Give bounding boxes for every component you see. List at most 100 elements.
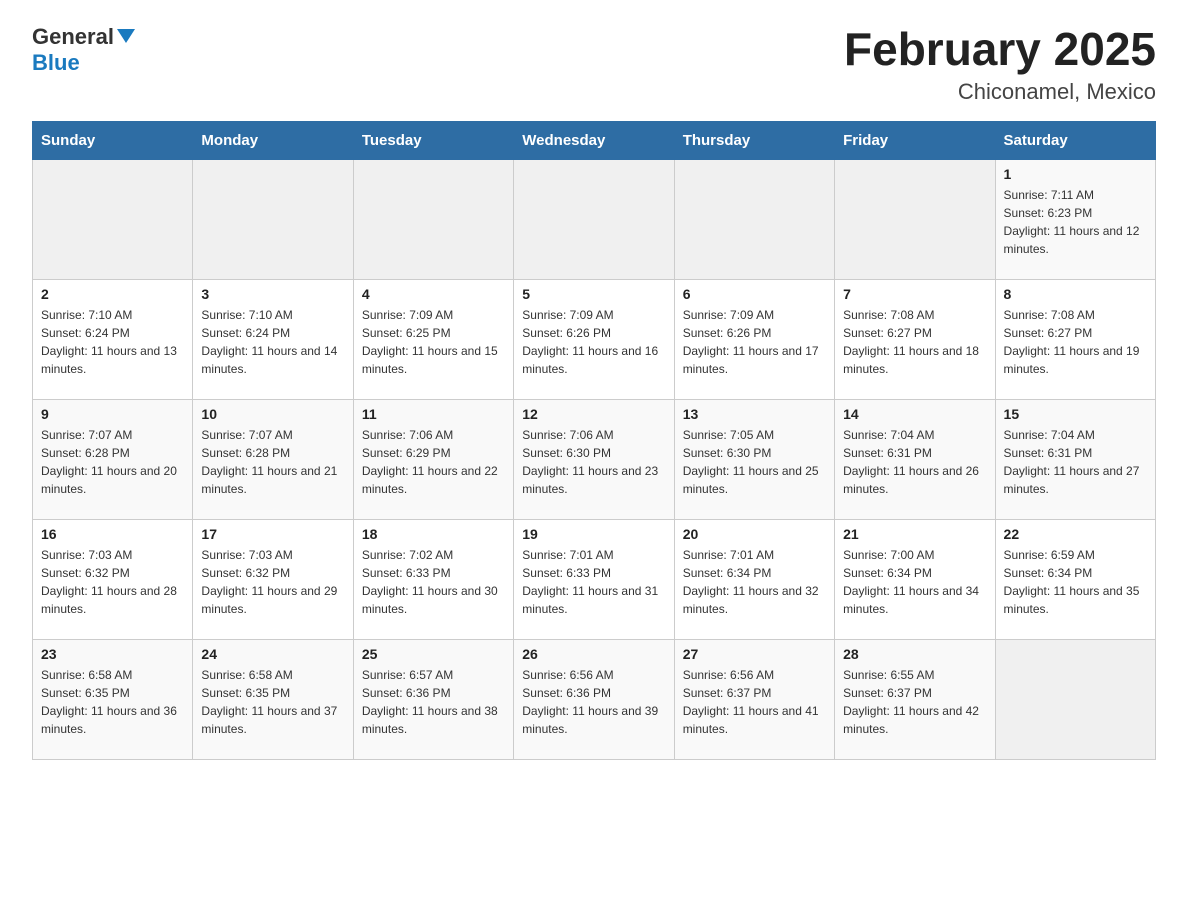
sunrise-text: Sunrise: 7:05 AM: [683, 426, 826, 444]
calendar-week-row: 23 Sunrise: 6:58 AMSunset: 6:35 PMDayligh…: [33, 639, 1156, 759]
daylight-text: Daylight: 11 hours and 32 minutes.: [683, 582, 826, 618]
sunrise-text: Sunrise: 7:03 AM: [201, 546, 344, 564]
daylight-text: Daylight: 11 hours and 37 minutes.: [201, 702, 344, 738]
sunrise-text: Sunrise: 7:10 AM: [41, 306, 184, 324]
daylight-text: Daylight: 11 hours and 28 minutes.: [41, 582, 184, 618]
day-number: 18: [362, 526, 505, 542]
daylight-text: Daylight: 11 hours and 16 minutes.: [522, 342, 665, 378]
day-info: Sunrise: 7:04 AMSunset: 6:31 PMDaylight:…: [1004, 426, 1147, 498]
sunrise-text: Sunrise: 6:56 AM: [522, 666, 665, 684]
daylight-text: Daylight: 11 hours and 30 minutes.: [362, 582, 505, 618]
daylight-text: Daylight: 11 hours and 23 minutes.: [522, 462, 665, 498]
sunrise-text: Sunrise: 7:08 AM: [1004, 306, 1147, 324]
day-info: Sunrise: 7:06 AMSunset: 6:30 PMDaylight:…: [522, 426, 665, 498]
calendar-cell: 12Sunrise: 7:06 AMSunset: 6:30 PMDayligh…: [514, 399, 674, 519]
calendar-cell: 15 Sunrise: 7:04 AMSunset: 6:31 PMDayligh…: [995, 399, 1155, 519]
calendar-cell: [33, 159, 193, 279]
calendar-cell: 5Sunrise: 7:09 AMSunset: 6:26 PMDaylight…: [514, 279, 674, 399]
sunrise-text: Sunrise: 7:04 AM: [843, 426, 986, 444]
sunset-text: Sunset: 6:26 PM: [683, 324, 826, 342]
sunset-text: Sunset: 6:27 PM: [843, 324, 986, 342]
calendar-cell: 14Sunrise: 7:04 AMSunset: 6:31 PMDayligh…: [835, 399, 995, 519]
day-info: Sunrise: 7:01 AMSunset: 6:34 PMDaylight:…: [683, 546, 826, 618]
day-number: 27: [683, 646, 826, 662]
logo-triangle-icon: [117, 29, 135, 43]
calendar-cell: 28Sunrise: 6:55 AMSunset: 6:37 PMDayligh…: [835, 639, 995, 759]
sunrise-text: Sunrise: 7:04 AM: [1004, 426, 1147, 444]
sunrise-text: Sunrise: 7:02 AM: [362, 546, 505, 564]
day-info: Sunrise: 7:08 AMSunset: 6:27 PMDaylight:…: [1004, 306, 1147, 378]
calendar-cell: [674, 159, 834, 279]
daylight-text: Daylight: 11 hours and 35 minutes.: [1004, 582, 1147, 618]
calendar-cell: 18 Sunrise: 7:02 AMSunset: 6:33 PMDayligh…: [353, 519, 513, 639]
day-info: Sunrise: 7:10 AMSunset: 6:24 PMDaylight:…: [41, 306, 184, 378]
day-number: 17: [201, 526, 344, 542]
calendar-cell: 23 Sunrise: 6:58 AMSunset: 6:35 PMDayligh…: [33, 639, 193, 759]
sunrise-text: Sunrise: 7:06 AM: [522, 426, 665, 444]
sunrise-text: Sunrise: 7:09 AM: [683, 306, 826, 324]
daylight-text: Daylight: 11 hours and 27 minutes.: [1004, 462, 1147, 498]
day-info: Sunrise: 6:59 AMSunset: 6:34 PMDaylight:…: [1004, 546, 1147, 618]
day-number: 22: [1004, 526, 1147, 542]
sunrise-text: Sunrise: 7:11 AM: [1004, 186, 1147, 204]
sunset-text: Sunset: 6:25 PM: [362, 324, 505, 342]
day-info: Sunrise: 7:08 AMSunset: 6:27 PMDaylight:…: [843, 306, 986, 378]
weekday-header-saturday: Saturday: [995, 121, 1155, 159]
day-info: Sunrise: 7:09 AMSunset: 6:26 PMDaylight:…: [683, 306, 826, 378]
day-info: Sunrise: 7:10 AMSunset: 6:24 PMDaylight:…: [201, 306, 344, 378]
calendar-week-row: 9Sunrise: 7:07 AMSunset: 6:28 PMDaylight…: [33, 399, 1156, 519]
calendar-cell: [193, 159, 353, 279]
day-info: Sunrise: 7:03 AMSunset: 6:32 PMDaylight:…: [41, 546, 184, 618]
daylight-text: Daylight: 11 hours and 12 minutes.: [1004, 222, 1147, 258]
sunrise-text: Sunrise: 7:00 AM: [843, 546, 986, 564]
weekday-header-friday: Friday: [835, 121, 995, 159]
day-number: 26: [522, 646, 665, 662]
day-info: Sunrise: 7:00 AMSunset: 6:34 PMDaylight:…: [843, 546, 986, 618]
day-info: Sunrise: 6:58 AMSunset: 6:35 PMDaylight:…: [41, 666, 184, 738]
sunrise-text: Sunrise: 7:10 AM: [201, 306, 344, 324]
daylight-text: Daylight: 11 hours and 29 minutes.: [201, 582, 344, 618]
calendar-week-row: 1Sunrise: 7:11 AMSunset: 6:23 PMDaylight…: [33, 159, 1156, 279]
sunrise-text: Sunrise: 7:03 AM: [41, 546, 184, 564]
day-info: Sunrise: 6:56 AMSunset: 6:37 PMDaylight:…: [683, 666, 826, 738]
day-info: Sunrise: 7:07 AMSunset: 6:28 PMDaylight:…: [41, 426, 184, 498]
sunset-text: Sunset: 6:29 PM: [362, 444, 505, 462]
sunrise-text: Sunrise: 6:56 AM: [683, 666, 826, 684]
daylight-text: Daylight: 11 hours and 14 minutes.: [201, 342, 344, 378]
sunrise-text: Sunrise: 7:06 AM: [362, 426, 505, 444]
sunrise-text: Sunrise: 6:58 AM: [201, 666, 344, 684]
day-number: 14: [843, 406, 986, 422]
day-number: 13: [683, 406, 826, 422]
calendar-cell: 20Sunrise: 7:01 AMSunset: 6:34 PMDayligh…: [674, 519, 834, 639]
daylight-text: Daylight: 11 hours and 15 minutes.: [362, 342, 505, 378]
calendar-cell: 26Sunrise: 6:56 AMSunset: 6:36 PMDayligh…: [514, 639, 674, 759]
sunset-text: Sunset: 6:30 PM: [683, 444, 826, 462]
calendar-header: SundayMondayTuesdayWednesdayThursdayFrid…: [33, 121, 1156, 159]
title-block: February 2025 Chiconamel, Mexico: [844, 24, 1156, 105]
sunrise-text: Sunrise: 7:09 AM: [522, 306, 665, 324]
calendar-cell: 24Sunrise: 6:58 AMSunset: 6:35 PMDayligh…: [193, 639, 353, 759]
day-info: Sunrise: 7:06 AMSunset: 6:29 PMDaylight:…: [362, 426, 505, 498]
calendar-cell: 19Sunrise: 7:01 AMSunset: 6:33 PMDayligh…: [514, 519, 674, 639]
calendar-body: 1Sunrise: 7:11 AMSunset: 6:23 PMDaylight…: [33, 159, 1156, 759]
weekday-header-wednesday: Wednesday: [514, 121, 674, 159]
day-number: 25: [362, 646, 505, 662]
sunrise-text: Sunrise: 6:58 AM: [41, 666, 184, 684]
day-number: 15: [1004, 406, 1147, 422]
sunrise-text: Sunrise: 7:01 AM: [522, 546, 665, 564]
sunrise-text: Sunrise: 7:08 AM: [843, 306, 986, 324]
daylight-text: Daylight: 11 hours and 34 minutes.: [843, 582, 986, 618]
sunset-text: Sunset: 6:30 PM: [522, 444, 665, 462]
sunset-text: Sunset: 6:36 PM: [522, 684, 665, 702]
main-title: February 2025: [844, 24, 1156, 75]
logo-blue: Blue: [32, 50, 80, 76]
day-number: 3: [201, 286, 344, 302]
weekday-header-sunday: Sunday: [33, 121, 193, 159]
calendar-cell: [995, 639, 1155, 759]
day-number: 23: [41, 646, 184, 662]
sunset-text: Sunset: 6:33 PM: [362, 564, 505, 582]
sunset-text: Sunset: 6:37 PM: [683, 684, 826, 702]
daylight-text: Daylight: 11 hours and 42 minutes.: [843, 702, 986, 738]
daylight-text: Daylight: 11 hours and 20 minutes.: [41, 462, 184, 498]
weekday-header-thursday: Thursday: [674, 121, 834, 159]
